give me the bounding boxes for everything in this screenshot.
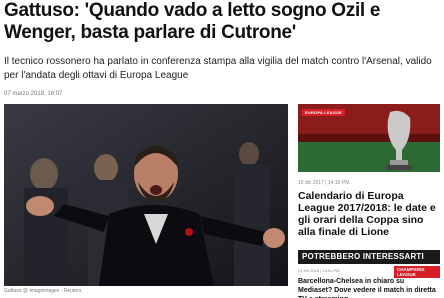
article-intro: Il tecnico rossonero ha parlato in confe…	[4, 56, 432, 81]
coach-photo-illustration	[4, 104, 288, 286]
related-article-link[interactable]: Calendario di Europa League 2017/2018: l…	[298, 190, 440, 238]
article-headline: Gattuso: 'Quando vado a letto sogno Ozil…	[4, 0, 381, 43]
recommended-heading: POTREBBERO INTERESSARTI	[298, 250, 440, 264]
article-date: 07 marzo 2018, 16:07	[4, 91, 63, 97]
photo-caption: Gattuso @ Imagoimages - Reuters	[4, 288, 82, 294]
recommended-date: 21 feb 2018 | 13:51 PM	[298, 268, 340, 273]
article-main-photo	[4, 104, 288, 286]
sidebar: EUROPA LEAGUE 15 dic 2017 | 14:10 PM Cal…	[298, 104, 440, 298]
recommended-article-link[interactable]: Barcellona-Chelsea in chiaro su Mediaset…	[298, 277, 440, 298]
related-category-tag: EUROPA LEAGUE	[302, 109, 346, 116]
related-date: 15 dic 2017 | 14:10 PM	[298, 180, 350, 186]
related-article-image[interactable]: EUROPA LEAGUE	[298, 104, 440, 172]
